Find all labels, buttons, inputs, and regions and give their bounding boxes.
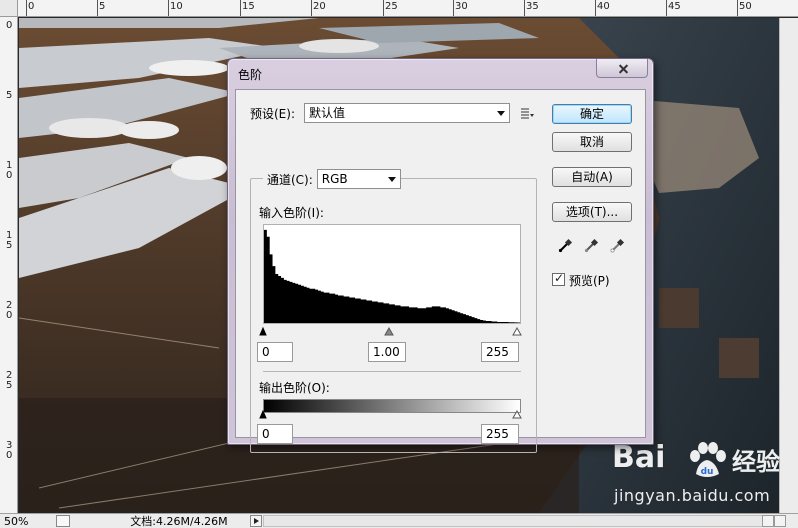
output-levels-label: 输出色阶(O): xyxy=(259,381,330,395)
gray-eyedropper-icon[interactable] xyxy=(584,237,600,253)
output-white-value: 255 xyxy=(486,427,509,441)
ruler-top-label: 25 xyxy=(385,1,398,12)
ruler-top-label: 10 xyxy=(170,1,183,12)
input-black-slider[interactable] xyxy=(259,326,267,336)
chevron-down-icon xyxy=(497,111,505,116)
dialog-title: 色阶 xyxy=(238,68,263,82)
ruler-top-label: 15 xyxy=(242,1,255,12)
zoom-level[interactable]: 50% xyxy=(4,515,44,528)
cancel-button[interactable]: 取消 xyxy=(552,132,632,152)
output-sliders[interactable] xyxy=(259,408,525,420)
preview-checkbox[interactable]: ✓ xyxy=(552,271,565,286)
ruler-left-label: 0 xyxy=(6,20,13,31)
ruler-left-label: 1 0 xyxy=(6,160,13,181)
output-black-field[interactable]: 0 xyxy=(257,424,293,444)
input-gamma-slider[interactable] xyxy=(384,326,394,336)
watermark-brand-text: 经验 xyxy=(732,448,780,476)
input-white-value: 255 xyxy=(486,345,509,359)
ruler-tick xyxy=(383,0,384,16)
levels-group: 通道(C): RGB 输入色阶(I): 0 1.00 255 输出色阶(O): … xyxy=(250,169,537,453)
dialog-body: 预设(E): 默认值 通道(C): RGB 输入色阶(I): 0 1.00 25… xyxy=(235,89,646,453)
ruler-left-label: 5 xyxy=(6,90,13,101)
input-levels-label: 输入色阶(I): xyxy=(259,206,324,220)
output-black-value: 0 xyxy=(262,427,270,441)
ruler-tick xyxy=(311,0,312,16)
ruler-top-label: 20 xyxy=(313,1,326,12)
ruler-top-label: 35 xyxy=(526,1,539,12)
horizontal-scrollbar[interactable] xyxy=(263,515,773,527)
levels-dialog: 色阶 预设(E): 默认值 通道(C): RGB 输入色阶(I): 0 1.00… xyxy=(227,58,654,453)
ruler-left-label: 2 5 xyxy=(6,370,13,391)
ruler-tick xyxy=(666,0,667,16)
input-white-field[interactable]: 255 xyxy=(481,342,519,362)
status-bar: 50% 文档:4.26M/4.26M xyxy=(0,513,798,528)
preset-options-icon[interactable] xyxy=(520,107,534,120)
input-black-value: 0 xyxy=(262,345,270,359)
baidu-jingyan-watermark: Bai du 经验 jingyan.baidu.com xyxy=(612,440,782,510)
channel-row: 通道(C): RGB xyxy=(263,169,401,189)
ruler-left-label: 1 5 xyxy=(6,230,13,251)
channel-value: RGB xyxy=(321,172,348,186)
left-ruler[interactable]: 0 5 1 0 1 5 2 0 2 5 3 0 xyxy=(0,17,18,513)
preset-select[interactable]: 默认值 xyxy=(304,103,510,123)
top-ruler[interactable]: 0 5 10 15 20 25 30 35 40 45 50 xyxy=(0,0,798,17)
histogram-chart xyxy=(264,229,520,323)
close-button[interactable] xyxy=(596,59,648,78)
svg-text:du: du xyxy=(701,467,714,477)
ruler-top-label: 45 xyxy=(668,1,681,12)
input-sliders[interactable] xyxy=(259,325,525,337)
divider xyxy=(263,371,521,372)
ruler-corner[interactable] xyxy=(0,0,18,17)
ruler-tick xyxy=(26,0,27,16)
checkmark-icon: ✓ xyxy=(554,271,565,285)
baidu-paw-icon: du xyxy=(690,442,726,477)
ruler-top-label: 0 xyxy=(28,1,35,12)
histogram xyxy=(263,224,521,324)
document-profile-icon[interactable] xyxy=(56,515,70,527)
ok-button[interactable]: 确定 xyxy=(552,104,632,124)
ruler-top-label: 30 xyxy=(455,1,468,12)
input-gamma-field[interactable]: 1.00 xyxy=(368,342,406,362)
options-button[interactable]: 选项(T)... xyxy=(552,202,632,222)
preview-label: 预览(P) xyxy=(569,274,610,288)
black-eyedropper-icon[interactable] xyxy=(558,237,574,253)
status-menu-arrow-icon[interactable] xyxy=(250,515,262,527)
watermark-logo-text: Bai xyxy=(612,440,666,475)
photoshop-window: 0 5 10 15 20 25 30 35 40 45 50 051 01 52 02 53 0 xyxy=(0,0,798,528)
ruler-left-label: 2 0 xyxy=(6,300,13,321)
document-info: 文档:4.26M/4.26M xyxy=(130,515,228,528)
scroll-left-button[interactable] xyxy=(762,515,774,527)
auto-button[interactable]: 自动(A) xyxy=(552,167,632,187)
input-gamma-value: 1.00 xyxy=(373,345,400,359)
output-white-slider[interactable] xyxy=(512,409,522,419)
preset-value: 默认值 xyxy=(309,106,346,120)
chevron-down-icon xyxy=(387,177,396,182)
output-black-slider[interactable] xyxy=(259,409,267,419)
channel-label: 通道(C): xyxy=(267,172,313,187)
output-white-field[interactable]: 255 xyxy=(481,424,519,444)
ruler-tick xyxy=(97,0,98,16)
ruler-tick xyxy=(453,0,454,16)
ruler-left-label: 3 0 xyxy=(6,440,13,461)
watermark-url: jingyan.baidu.com xyxy=(614,486,771,505)
channel-select[interactable]: RGB xyxy=(316,169,401,189)
ruler-top-label: 5 xyxy=(99,1,106,12)
input-black-field[interactable]: 0 xyxy=(257,342,293,362)
ruler-top-label: 40 xyxy=(597,1,610,12)
white-eyedropper-icon[interactable] xyxy=(610,237,626,253)
vertical-scrollbar[interactable] xyxy=(779,18,798,513)
scroll-right-button[interactable] xyxy=(774,515,786,527)
ruler-tick xyxy=(595,0,596,16)
histogram-area xyxy=(264,229,520,323)
ruler-top-label: 50 xyxy=(739,1,752,12)
ruler-tick xyxy=(168,0,169,16)
ruler-tick xyxy=(240,0,241,16)
ruler-tick xyxy=(524,0,525,16)
input-white-slider[interactable] xyxy=(512,326,522,336)
ruler-tick xyxy=(737,0,738,16)
preset-label: 预设(E): xyxy=(250,107,295,121)
